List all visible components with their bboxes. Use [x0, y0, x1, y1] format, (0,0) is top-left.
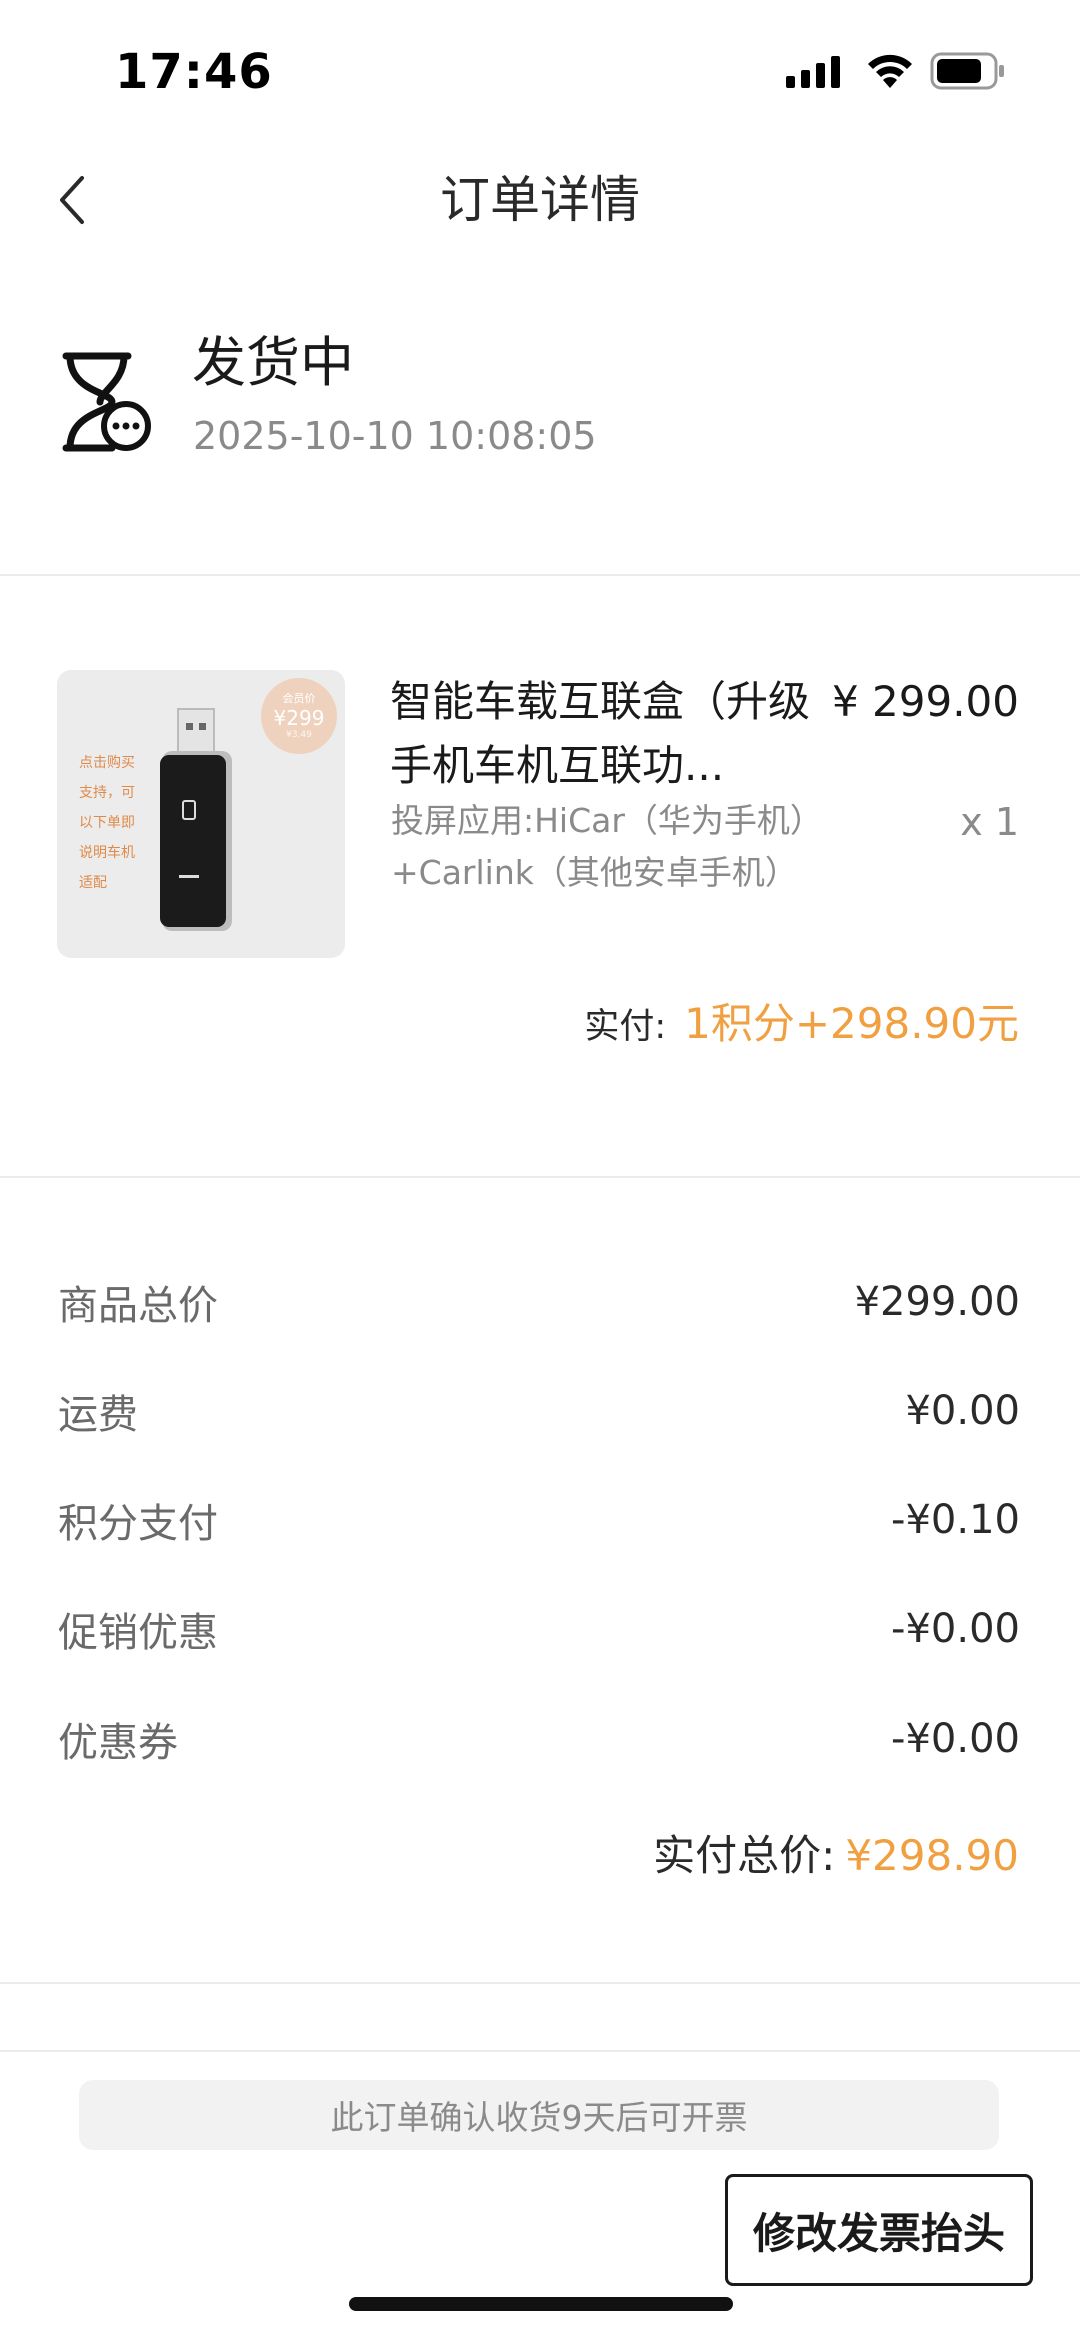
invoice-notice: 此订单确认收货9天后可开票: [79, 2080, 999, 2150]
page-title: 订单详情: [440, 171, 640, 229]
summary-row-promotion: 促销优惠 -¥0.00: [58, 1599, 1020, 1659]
total-value: ¥298.90: [845, 1831, 1019, 1880]
total-label: 实付总价:: [653, 1831, 836, 1880]
divider: [0, 1176, 1080, 1178]
summary-row-shipping: 运费 ¥0.00: [58, 1381, 1020, 1441]
product-image[interactable]: 点击购买 支持，可 以下单即 说明车机 适配 会员价 ¥299 ¥3.49: [57, 670, 345, 958]
badge-label: 会员价: [282, 692, 316, 705]
product-spec: 投屏应用:HiCar（华为手机）+Carlink（其他安卓手机）: [391, 801, 823, 892]
summary-label: 运费: [58, 1392, 138, 1438]
divider: [0, 574, 1080, 576]
status-bar: 17:46: [0, 0, 1080, 140]
battery-icon: [930, 52, 1004, 90]
summary-value: -¥0.00: [891, 1606, 1020, 1652]
summary-row-goods-total: 商品总价 ¥299.00: [58, 1272, 1020, 1332]
status-time: 17:46: [115, 44, 273, 100]
summary-label: 商品总价: [58, 1283, 218, 1329]
total-paid-row: 实付总价: ¥298.90: [653, 1822, 1019, 1883]
home-indicator[interactable]: [349, 2297, 733, 2311]
badge-old-price: ¥3.49: [286, 730, 312, 740]
edit-invoice-title-button[interactable]: 修改发票抬头: [725, 2174, 1033, 2286]
cellular-signal-icon: [786, 54, 842, 88]
divider: [0, 2050, 1080, 2052]
summary-value: ¥0.00: [905, 1388, 1020, 1434]
product-quantity: x 1: [960, 800, 1019, 844]
summary-row-points: 积分支付 -¥0.10: [58, 1490, 1020, 1550]
product-price: ¥ 299.00: [831, 677, 1019, 726]
summary-label: 优惠券: [58, 1720, 178, 1766]
summary-row-coupon: 优惠券 -¥0.00: [58, 1709, 1020, 1769]
order-status-title: 发货中: [192, 331, 354, 394]
summary-label: 积分支付: [58, 1501, 218, 1547]
product-image-side-text: 点击购买 支持，可 以下单即 说明车机 适配: [79, 755, 135, 891]
hourglass-pending-icon: [62, 352, 151, 452]
summary-label: 促销优惠: [58, 1610, 218, 1656]
paid-value: 1积分+298.90元: [684, 999, 1019, 1048]
product-name[interactable]: 智能车载互联盒（升级手机车机互联功...: [390, 670, 810, 798]
product-price-badge: 会员价 ¥299 ¥3.49: [261, 678, 337, 754]
summary-value: ¥299.00: [854, 1279, 1020, 1325]
order-status-time: 2025-10-10 10:08:05: [193, 414, 597, 458]
badge-price: ¥299: [273, 706, 325, 730]
product-paid-row: 实付: 1积分+298.90元: [584, 990, 1019, 1051]
summary-value: -¥0.00: [891, 1716, 1020, 1762]
paid-label: 实付:: [584, 1007, 667, 1047]
usb-dongle-illustration: [160, 708, 232, 931]
divider: [0, 1982, 1080, 1984]
wifi-icon: [868, 54, 912, 88]
summary-value: -¥0.10: [891, 1497, 1020, 1543]
